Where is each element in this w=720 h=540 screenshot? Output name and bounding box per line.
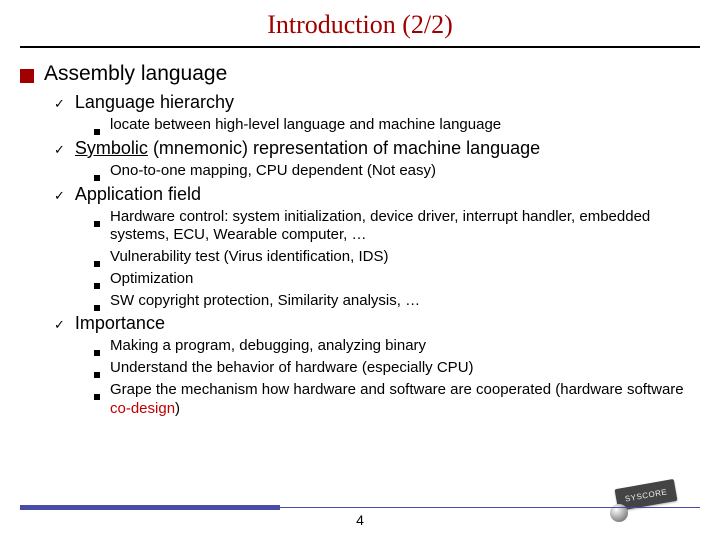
highlighted-term: co-design [110, 400, 175, 417]
detail-item: Hardware control: system initialization,… [94, 208, 700, 246]
subtopic-tail: (mnemonic) representation of machine lan… [148, 138, 540, 158]
slide: Introduction (2/2) Assembly language ✓ L… [0, 0, 720, 540]
detail-pre: Grape the mechanism how hardware and sof… [110, 381, 684, 398]
detail-text: Hardware control: system initialization,… [110, 208, 700, 246]
subtopic-label: Application field [75, 184, 201, 205]
detail-item: locate between high-level language and m… [94, 116, 700, 135]
detail-text: Vulnerability test (Virus identification… [110, 248, 388, 267]
square-dot-icon [94, 175, 100, 181]
square-dot-icon [94, 305, 100, 311]
square-dot-icon [94, 261, 100, 267]
detail-text: Grape the mechanism how hardware and sof… [110, 381, 700, 419]
detail-text: SW copyright protection, Similarity anal… [110, 292, 420, 311]
square-dot-icon [94, 350, 100, 356]
subtopic-label: Symbolic (mnemonic) representation of ma… [75, 138, 540, 159]
subtopic-symbolic-representation: ✓ Symbolic (mnemonic) representation of … [54, 138, 700, 159]
topic-heading: Assembly language [20, 62, 700, 86]
title-divider [20, 46, 700, 48]
detail-text: Understand the behavior of hardware (esp… [110, 359, 474, 378]
detail-item: Ono-to-one mapping, CPU dependent (Not e… [94, 162, 700, 181]
footer-bar-thick [20, 505, 280, 510]
footer-divider [20, 505, 700, 510]
slide-content: Assembly language ✓ Language hierarchy l… [20, 62, 700, 418]
detail-item: Making a program, debugging, analyzing b… [94, 337, 700, 356]
check-icon: ✓ [54, 188, 65, 204]
detail-item: Grape the mechanism how hardware and sof… [94, 381, 700, 419]
square-dot-icon [94, 283, 100, 289]
check-icon: ✓ [54, 96, 65, 112]
subtopic-language-hierarchy: ✓ Language hierarchy [54, 92, 700, 113]
square-dot-icon [94, 221, 100, 227]
square-dot-icon [94, 129, 100, 135]
square-dot-icon [94, 372, 100, 378]
detail-item: SW copyright protection, Similarity anal… [94, 292, 700, 311]
detail-text: locate between high-level language and m… [110, 116, 501, 135]
check-icon: ✓ [54, 142, 65, 158]
topic-text: Assembly language [44, 62, 227, 86]
subtopic-label: Language hierarchy [75, 92, 234, 113]
square-dot-icon [94, 394, 100, 400]
check-icon: ✓ [54, 317, 65, 333]
subtopic-application-field: ✓ Application field [54, 184, 700, 205]
detail-post: ) [175, 400, 180, 417]
detail-item: Optimization [94, 270, 700, 289]
slide-footer: 4 [20, 505, 700, 528]
subtopic-label: Importance [75, 313, 165, 334]
detail-text: Optimization [110, 270, 193, 289]
square-bullet-icon [20, 69, 34, 83]
subtopic-importance: ✓ Importance [54, 313, 700, 334]
page-number: 4 [20, 512, 700, 528]
detail-item: Understand the behavior of hardware (esp… [94, 359, 700, 378]
underlined-term: Symbolic [75, 138, 148, 158]
detail-item: Vulnerability test (Virus identification… [94, 248, 700, 267]
page-title: Introduction (2/2) [20, 10, 700, 46]
detail-text: Making a program, debugging, analyzing b… [110, 337, 426, 356]
detail-text: Ono-to-one mapping, CPU dependent (Not e… [110, 162, 436, 181]
footer-bar-thin [280, 507, 700, 508]
